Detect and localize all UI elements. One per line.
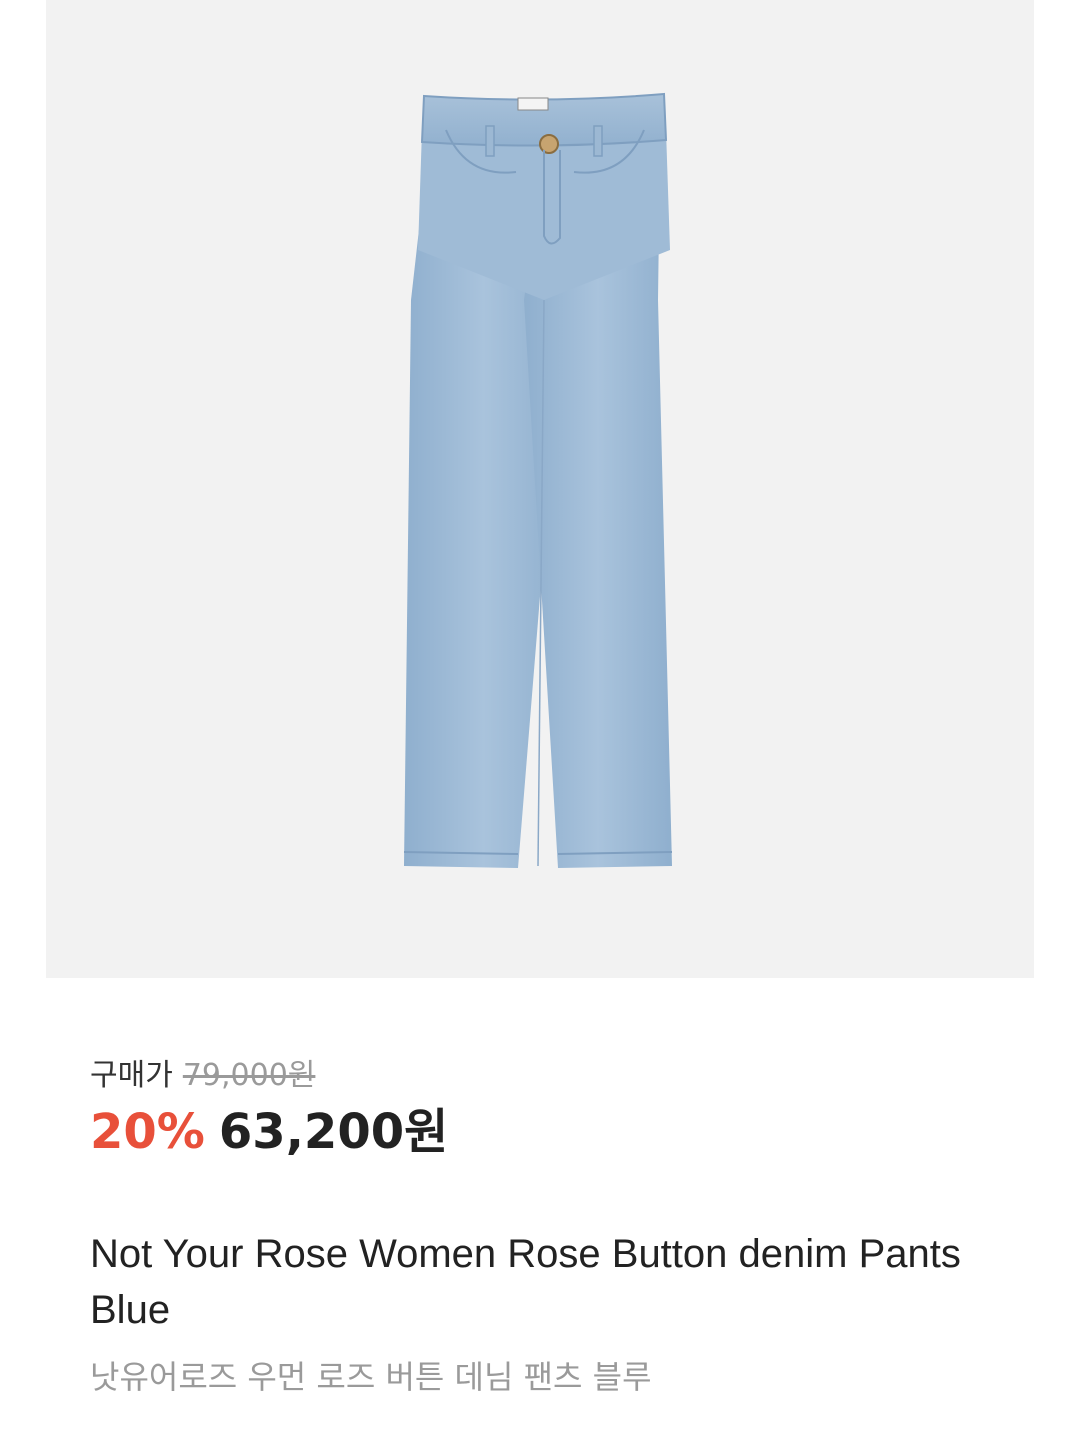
original-price-row: 구매가 79,000원 — [90, 1050, 315, 1094]
product-detail-page: 구매가 79,000원 20% 63,200원 Not Your Rose Wome… — [0, 0, 1080, 1440]
discount-rate: 20% — [90, 1104, 205, 1160]
product-image[interactable] — [46, 0, 1034, 978]
price-label: 구매가 — [90, 1058, 173, 1093]
sale-price-row: 20% 63,200원 — [90, 1102, 448, 1162]
product-title-korean: 낫유어로즈 우먼 로즈 버튼 데님 팬츠 블루 — [90, 1358, 652, 1396]
original-price: 79,000원 — [182, 1058, 316, 1093]
sale-price: 63,200원 — [218, 1104, 449, 1160]
denim-pants-image — [403, 92, 673, 868]
product-title-english: Not Your Rose Women Rose Button denim Pa… — [90, 1232, 961, 1332]
